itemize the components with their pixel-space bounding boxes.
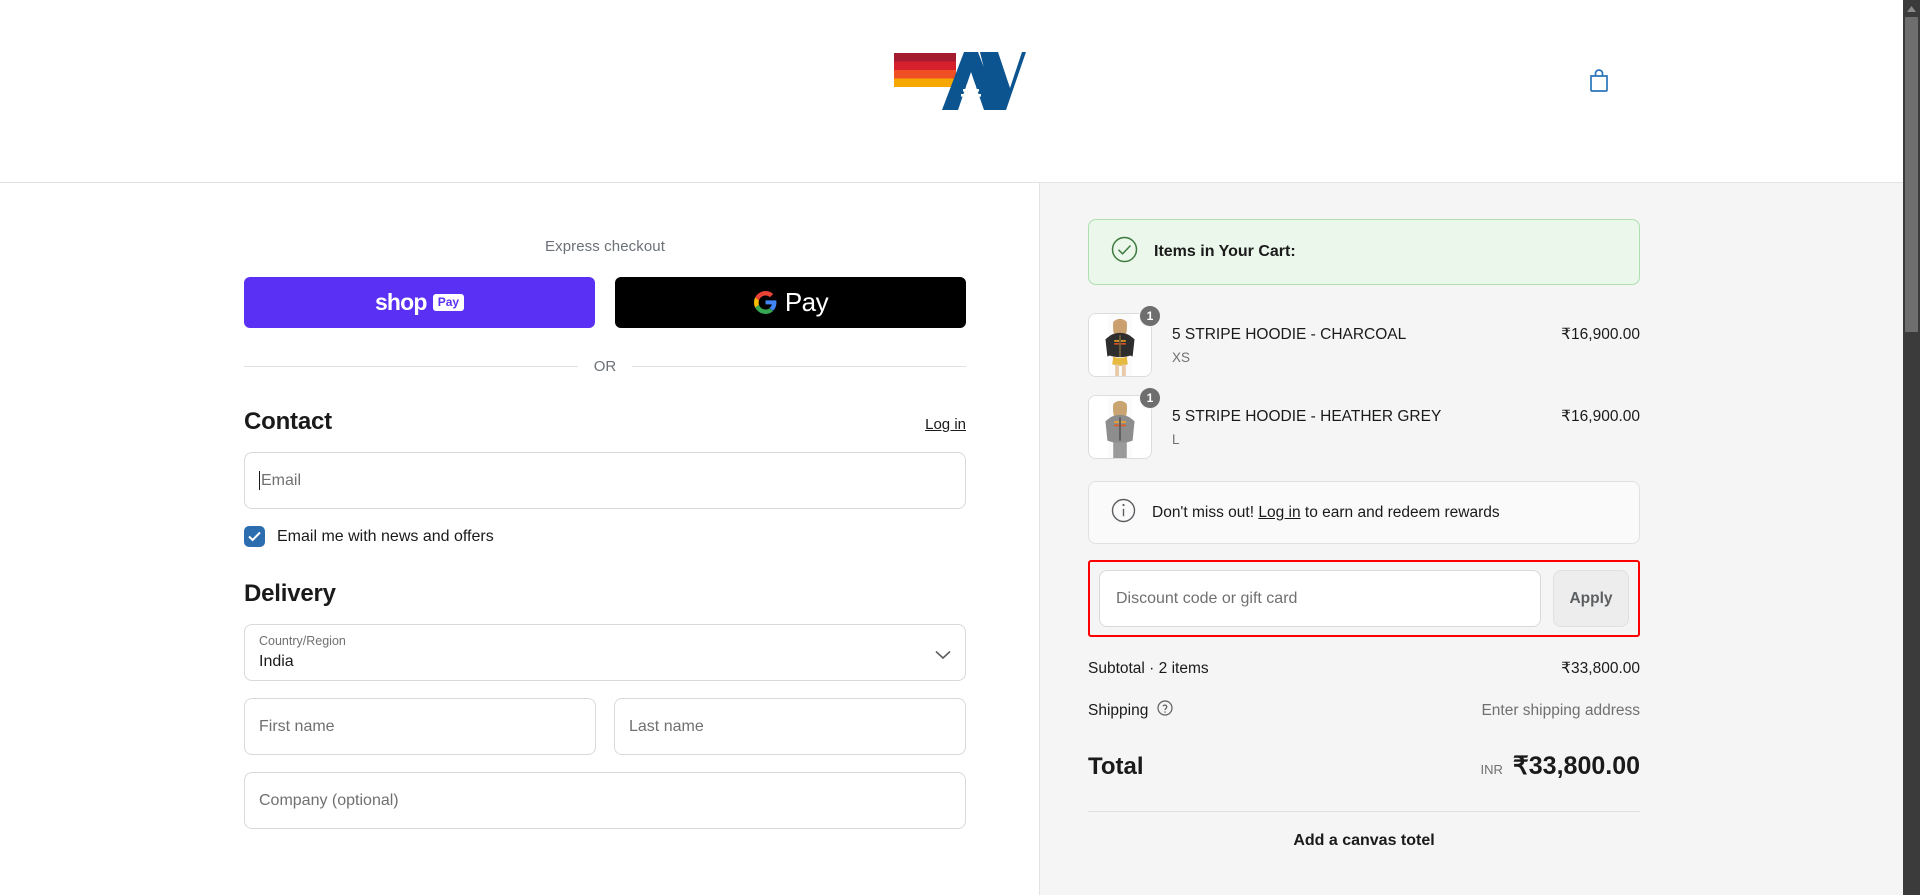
total-value-wrap: INR ₹33,800.00: [1480, 751, 1640, 781]
rewards-text: Don't miss out! Log in to earn and redee…: [1152, 504, 1500, 522]
express-checkout-buttons: shop Pay Pay: [244, 277, 966, 328]
email-placeholder: Email: [261, 471, 302, 489]
newsletter-checkbox[interactable]: [244, 526, 265, 547]
contact-login-link[interactable]: Log in: [925, 416, 966, 433]
line-item: 1 5 STRIPE HOODIE - HEATHER GREY L ₹16,9…: [1088, 387, 1640, 459]
shipping-row: Shipping Enter shipping address: [1088, 700, 1640, 721]
or-label: OR: [593, 358, 617, 375]
shipping-label-wrap: Shipping: [1088, 700, 1173, 721]
subtotal-label: Subtotal · 2 items: [1088, 659, 1209, 677]
text-cursor: [259, 471, 260, 490]
shop-pay-word: shop: [374, 289, 428, 315]
rewards-prefix: Don't miss out!: [1152, 503, 1255, 521]
line-item-price: ₹16,900.00: [1561, 326, 1640, 343]
divider-line-left: [244, 366, 578, 367]
brand-logo[interactable]: [894, 48, 1026, 110]
rewards-login-link[interactable]: Log in: [1258, 504, 1300, 521]
site-header: [0, 0, 1920, 183]
contact-section-header: Contact Log in: [244, 408, 966, 436]
line-item-name: 5 STRIPE HOODIE - HEATHER GREY: [1172, 408, 1442, 425]
country-label: Country/Region: [259, 634, 346, 648]
check-icon: [248, 531, 261, 542]
checkout-form-column: Express checkout shop Pay Pay OR Contact…: [0, 183, 1040, 895]
shipping-value: Enter shipping address: [1481, 701, 1640, 719]
checkout-body: Express checkout shop Pay Pay OR Contact…: [0, 183, 1920, 895]
first-name-field[interactable]: First name: [244, 698, 596, 755]
line-item-thumbnail-wrap: 1: [1088, 387, 1161, 459]
google-pay-logo: Pay: [753, 287, 829, 318]
subtotal-row: Subtotal · 2 items ₹33,800.00: [1088, 659, 1640, 678]
quantity-badge: 1: [1139, 305, 1161, 327]
shopping-bag-icon[interactable]: [1579, 60, 1619, 100]
company-field[interactable]: Company (optional): [244, 772, 966, 829]
summary-divider: [1088, 811, 1640, 812]
or-divider: OR: [244, 358, 966, 375]
upsell-title: Add a canvas totel: [1293, 832, 1435, 849]
first-name-placeholder: First name: [259, 717, 335, 735]
subtotal-value: ₹33,800.00: [1561, 660, 1640, 677]
chevron-down-icon: [935, 647, 951, 665]
scrollbar-up-arrow-icon[interactable]: [1903, 0, 1920, 17]
line-item: 1 5 STRIPE HOODIE - CHARCOAL XS ₹16,900.…: [1088, 305, 1640, 377]
delivery-section-header: Delivery: [244, 580, 966, 608]
total-label: Total: [1088, 753, 1144, 780]
discount-code-input[interactable]: Discount code or gift card: [1099, 570, 1541, 627]
line-item-variant: XS: [1172, 350, 1191, 365]
quantity-badge: 1: [1139, 387, 1161, 409]
country-region-select[interactable]: Country/Region India: [244, 624, 966, 681]
cart-banner-text: Items in Your Cart:: [1154, 243, 1296, 260]
newsletter-label: Email me with news and offers: [277, 527, 494, 545]
divider-line-right: [632, 366, 966, 367]
total-value: ₹33,800.00: [1512, 752, 1640, 780]
check-circle-icon: [1111, 236, 1138, 268]
discount-highlight-annotation: Discount code or gift card Apply: [1088, 560, 1640, 637]
contact-title: Contact: [244, 408, 332, 435]
checkout-page: Express checkout shop Pay Pay OR Contact…: [0, 0, 1920, 895]
apply-discount-button[interactable]: Apply: [1553, 570, 1629, 627]
line-item-variant: L: [1172, 432, 1180, 447]
info-icon: [1111, 498, 1136, 528]
google-pay-word: Pay: [784, 287, 829, 317]
company-placeholder: Company (optional): [259, 791, 399, 809]
total-currency: INR: [1480, 762, 1503, 777]
line-item-thumbnail-wrap: 1: [1088, 305, 1161, 377]
express-checkout-title: Express checkout: [545, 238, 665, 255]
country-value: India: [259, 653, 294, 670]
shop-pay-button[interactable]: shop Pay: [244, 277, 595, 328]
last-name-field[interactable]: Last name: [614, 698, 966, 755]
line-item-details: 5 STRIPE HOODIE - CHARCOAL XS: [1172, 313, 1541, 365]
scrollbar-thumb[interactable]: [1905, 17, 1918, 332]
total-row: Total INR ₹33,800.00: [1088, 751, 1640, 781]
google-g-icon: [753, 291, 777, 314]
discount-placeholder: Discount code or gift card: [1116, 589, 1298, 607]
shop-pay-logo: shop Pay: [374, 289, 465, 316]
google-pay-button[interactable]: Pay: [615, 277, 966, 328]
shop-pay-badge: Pay: [432, 294, 465, 311]
cart-items-banner: Items in Your Cart:: [1088, 219, 1640, 285]
last-name-placeholder: Last name: [629, 717, 704, 735]
rewards-notice: Don't miss out! Log in to earn and redee…: [1088, 481, 1640, 544]
rewards-suffix: to earn and redeem rewards: [1304, 503, 1500, 521]
line-item-price: ₹16,900.00: [1561, 408, 1640, 425]
shipping-label: Shipping: [1088, 701, 1149, 719]
email-field[interactable]: Email: [244, 452, 966, 509]
newsletter-checkbox-row[interactable]: Email me with news and offers: [244, 526, 966, 547]
name-fields-row: First name Last name: [244, 698, 966, 755]
line-item-name: 5 STRIPE HOODIE - CHARCOAL: [1172, 326, 1407, 343]
delivery-title: Delivery: [244, 580, 336, 607]
line-item-details: 5 STRIPE HOODIE - HEATHER GREY L: [1172, 395, 1541, 447]
help-icon[interactable]: [1157, 700, 1173, 721]
page-scrollbar[interactable]: [1903, 0, 1920, 895]
order-summary-column: Items in Your Cart: 1 5 STRIPE HOODIE - …: [1040, 183, 1920, 895]
